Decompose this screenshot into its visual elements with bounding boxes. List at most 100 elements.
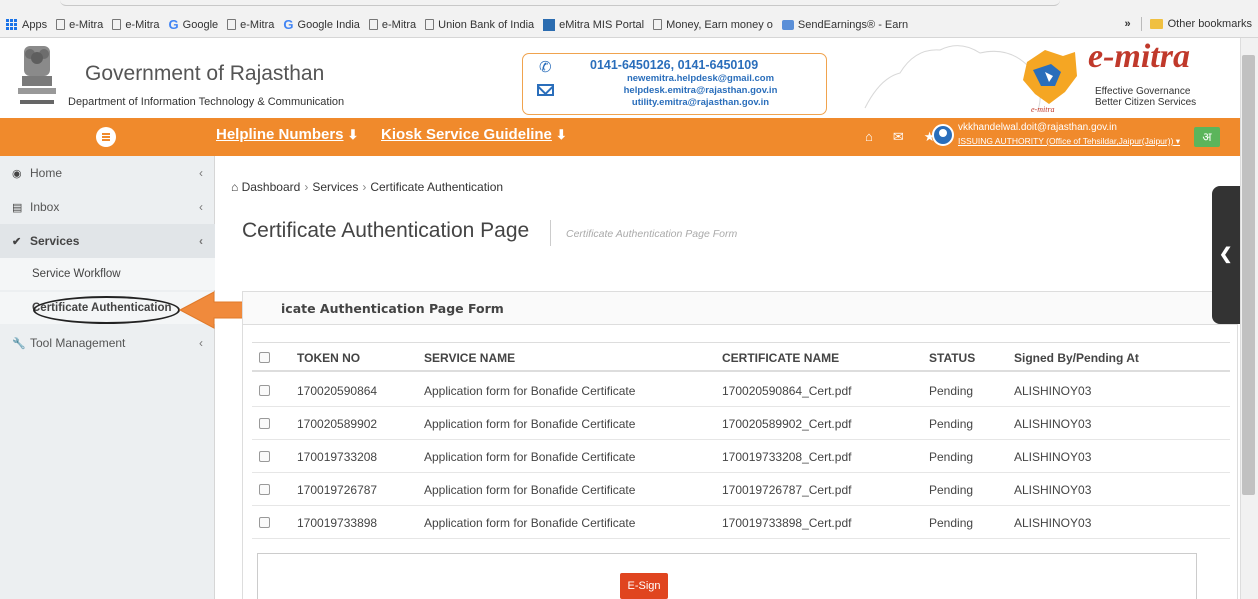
check-circle-icon: ✔ xyxy=(12,235,22,248)
emitra-brand: e-mitra xyxy=(1088,38,1190,75)
kiosk-guideline-link[interactable]: Kiosk Service Guideline ⬇ xyxy=(381,126,567,143)
table-row: 170020590864 Application form for Bonafi… xyxy=(252,374,1230,407)
download-icon: ⬇ xyxy=(347,127,359,142)
side-panel-toggle[interactable]: ❮ xyxy=(1212,186,1240,324)
helpline-link[interactable]: Helpline Numbers ⬇ xyxy=(216,126,358,143)
scrollbar-thumb[interactable] xyxy=(1242,55,1255,495)
page-icon xyxy=(653,19,663,30)
table-row: 170019726787 Application form for Bonafi… xyxy=(252,473,1230,506)
page-icon xyxy=(227,19,237,30)
government-title: Government of Rajasthan xyxy=(85,62,325,85)
user-role-dropdown[interactable]: ISSUING AUTHORITY (Office of Tehsildar,J… xyxy=(958,136,1180,147)
department-name: Department of Information Technology & C… xyxy=(68,96,345,108)
sendearnings-icon xyxy=(781,19,794,30)
divider xyxy=(1140,17,1142,31)
bookmark-apps[interactable]: Apps xyxy=(6,18,47,31)
page-icon xyxy=(112,19,122,30)
page-title: Certificate Authentication Page xyxy=(242,219,530,242)
bookmark-item[interactable]: e-Mitra xyxy=(56,19,103,31)
user-avatar-icon[interactable] xyxy=(932,124,954,146)
row-checkbox[interactable] xyxy=(259,418,270,429)
chevron-left-icon: ‹ xyxy=(199,336,203,350)
sidebar: ◉ Home ‹ ▤ Inbox ‹ ✔ Services ‹ Service … xyxy=(0,156,215,599)
dashboard-icon: ◉ xyxy=(12,167,22,180)
sign-action-box xyxy=(257,553,1197,599)
row-checkbox[interactable] xyxy=(259,484,270,495)
table-header: TOKEN NO SERVICE NAME CERTIFICATE NAME S… xyxy=(252,342,1230,372)
helpdesk-email: helpdesk.emitra@rajasthan.gov.in xyxy=(623,85,778,96)
download-icon: ⬇ xyxy=(555,127,567,142)
wrench-icon: 🔧 xyxy=(12,337,26,350)
column-header: Signed By/Pending At xyxy=(1014,351,1139,365)
column-header: STATUS xyxy=(929,351,976,365)
bookmark-item[interactable]: e-Mitra xyxy=(368,19,416,31)
svg-text:e-mitra: e-mitra xyxy=(1031,105,1055,114)
state-emblem-icon xyxy=(18,46,56,104)
bookmarks-right: » Other bookmarks xyxy=(1125,17,1252,31)
breadcrumb-item[interactable]: Services xyxy=(312,180,358,194)
envelope-icon[interactable]: ✉ xyxy=(893,129,904,145)
emitra-icon xyxy=(543,18,556,31)
breadcrumb: ⌂ Dashboard › Services › Certificate Authent… xyxy=(231,180,504,194)
row-checkbox[interactable] xyxy=(259,385,270,396)
page-icon xyxy=(425,19,435,30)
breadcrumb-item[interactable]: Dashboard xyxy=(242,180,301,194)
row-checkbox[interactable] xyxy=(259,517,270,528)
helpdesk-email: utility.emitra@rajasthan.gov.in xyxy=(631,97,770,108)
panel-title: icate Authentication Page Form xyxy=(281,301,504,316)
table-row: 170019733208 Application form for Bonafi… xyxy=(252,440,1230,473)
inbox-icon: ▤ xyxy=(12,201,23,214)
bookmark-list: Apps e-Mitra e-Mitra G Google e-Mitra G Go… xyxy=(6,17,917,32)
bookmark-item[interactable]: Money, Earn money o xyxy=(653,19,773,31)
table-row: 170019733898 Application form for Bonafi… xyxy=(252,506,1230,539)
helpdesk-phone: 0141-6450126, 0141-6450109 xyxy=(590,58,759,72)
row-checkbox[interactable] xyxy=(259,451,270,462)
apps-icon xyxy=(6,18,18,31)
highlight-circle xyxy=(33,296,180,324)
bookmark-item[interactable]: G Google xyxy=(169,17,219,32)
page-subtitle: Certificate Authentication Page Form xyxy=(566,228,738,240)
bookmark-item[interactable]: e-Mitra xyxy=(227,19,274,31)
chevron-left-icon: ‹ xyxy=(199,234,203,248)
bookmarks-overflow-button[interactable]: » xyxy=(1125,18,1131,30)
site-header: Government of Rajasthan Department of In… xyxy=(0,38,1240,118)
sidebar-item-inbox[interactable]: ▤ Inbox ‹ xyxy=(0,190,215,224)
table-row: 170020589902 Application form for Bonafi… xyxy=(252,407,1230,440)
bookmark-item[interactable]: G Google India xyxy=(283,17,360,32)
home-icon[interactable]: ⌂ xyxy=(865,129,873,145)
language-toggle-button[interactable]: अ xyxy=(1194,127,1220,147)
google-icon: G xyxy=(283,17,294,32)
sidebar-item-home[interactable]: ◉ Home ‹ xyxy=(0,156,215,190)
breadcrumb-item: Certificate Authentication xyxy=(370,180,504,194)
column-header: TOKEN NO xyxy=(297,351,361,365)
helpdesk-email: newemitra.helpdesk@gmail.com xyxy=(626,73,775,84)
emitra-logo-icon: e-mitra xyxy=(1023,50,1077,114)
column-header: SERVICE NAME xyxy=(424,351,516,365)
column-header: CERTIFICATE NAME xyxy=(722,351,840,365)
menu-toggle-icon[interactable] xyxy=(96,127,116,147)
divider xyxy=(550,220,551,246)
select-all-checkbox[interactable] xyxy=(259,352,270,363)
dashboard-home-icon: ⌂ xyxy=(231,180,239,194)
address-bar-edge xyxy=(60,0,1060,6)
other-bookmarks[interactable]: Other bookmarks xyxy=(1168,18,1252,30)
chevron-left-icon: ‹ xyxy=(199,166,203,180)
user-email: vkkhandelwal.doit@rajasthan.gov.in xyxy=(958,122,1117,133)
bookmark-item[interactable]: eMitra MIS Portal xyxy=(543,18,644,31)
folder-icon xyxy=(1149,19,1163,29)
sidebar-subitem-service-workflow[interactable]: Service Workflow xyxy=(0,258,215,290)
bookmark-item[interactable]: e-Mitra xyxy=(112,19,160,31)
google-icon: G xyxy=(168,17,179,32)
sidebar-item-services[interactable]: ✔ Services ‹ xyxy=(0,224,215,258)
chevron-left-icon: ❮ xyxy=(1219,246,1233,263)
contact-box: ✆ 0141-6450126, 0141-6450109 newemitra.h… xyxy=(522,53,827,115)
panel-header: icate Authentication Page Form xyxy=(243,292,1237,325)
top-navbar: Helpline Numbers ⬇ Kiosk Service Guidelin… xyxy=(0,118,1240,156)
esign-button[interactable]: E-Sign xyxy=(620,573,668,599)
bookmark-item[interactable]: Union Bank of India xyxy=(425,19,534,31)
bookmarks-bar: Apps e-Mitra e-Mitra G Google e-Mitra G Go… xyxy=(0,0,1258,38)
chevron-left-icon: ‹ xyxy=(199,200,203,214)
page-icon xyxy=(56,19,66,30)
page-icon xyxy=(368,19,378,30)
bookmark-item[interactable]: SendEarnings® - Earn xyxy=(781,19,908,31)
